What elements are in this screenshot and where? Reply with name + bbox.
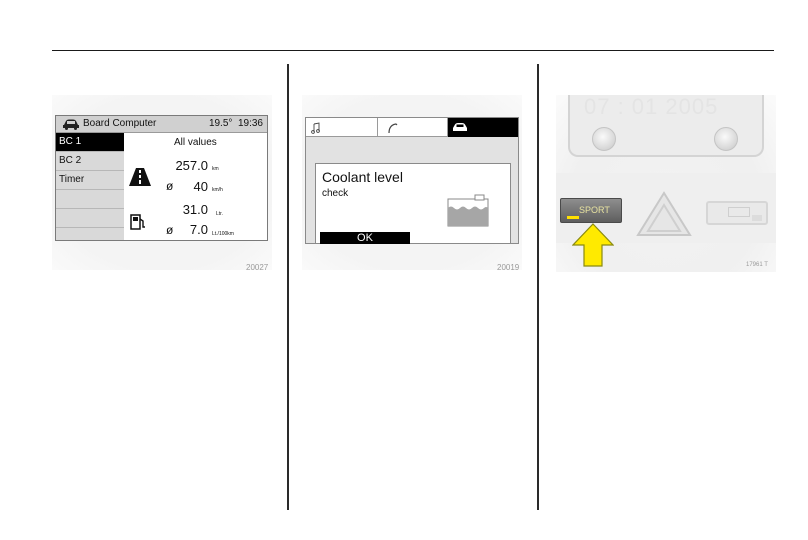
airbag-indicator — [706, 201, 768, 225]
clock-knob-right — [714, 127, 738, 151]
sport-button[interactable]: SPORT — [560, 198, 622, 223]
average-speed-unit: km/h — [212, 187, 223, 193]
message-title: Coolant level — [322, 169, 403, 185]
board-computer-header: Board Computer 19.5° 19:36 — [56, 116, 267, 133]
menu-item-empty — [56, 190, 124, 209]
temperature-readout: 19.5° — [208, 118, 233, 129]
temperature-clock: 19.5° 19:36 — [209, 118, 263, 129]
sport-indicator-led — [567, 216, 579, 219]
average-consumption-value: 7.0 — [189, 222, 208, 237]
arrow-up-icon — [572, 223, 614, 267]
display-tabs — [306, 118, 518, 137]
coolant-figure: Coolant level check OK — [302, 95, 522, 270]
car-icon — [453, 123, 467, 131]
fuel-used-unit: Ltr. — [216, 211, 223, 217]
odometer-unit: km — [212, 166, 219, 172]
music-note-icon — [311, 122, 320, 134]
road-icon — [129, 168, 151, 186]
message-subtitle: check — [322, 188, 349, 199]
coolant-message-box: Coolant level check OK — [315, 163, 511, 244]
all-values-title: All values — [174, 137, 217, 148]
tab-vehicle[interactable] — [448, 118, 518, 137]
clock-readout: 19:36 — [237, 118, 263, 129]
board-computer-menu: BC 1 BC 2 Timer — [56, 133, 124, 240]
board-computer-figure: Board Computer 19.5° 19:36 BC 1 BC 2 Tim… — [52, 95, 272, 270]
figure-caption: 20027 — [246, 263, 269, 272]
odometer-value: 257.0 — [175, 158, 208, 173]
average-consumption-unit: Lt./100km — [212, 231, 234, 237]
sport-button-figure: 07 : 01 2005 SPORT — [556, 95, 776, 272]
coolant-screen: Coolant level check OK — [305, 117, 519, 244]
column-divider-2 — [537, 64, 539, 510]
phone-icon — [388, 123, 398, 134]
average-symbol: ø — [166, 179, 174, 193]
sport-button-label: SPORT — [579, 205, 610, 215]
fuel-pump-icon — [130, 214, 145, 230]
figure-caption: 20019 — [497, 263, 520, 272]
average-symbol: ø — [166, 223, 174, 237]
fuel-used-value: 31.0 — [182, 202, 208, 217]
header-rule — [52, 50, 774, 51]
clock-knob-left — [592, 127, 616, 151]
hazard-triangle-icon[interactable] — [636, 191, 692, 237]
average-speed-value: 40 — [193, 179, 208, 194]
menu-item-timer[interactable]: Timer — [56, 171, 124, 190]
clock-display: 07 : 01 2005 — [584, 95, 719, 119]
tab-phone[interactable] — [378, 118, 448, 137]
tab-audio[interactable] — [306, 118, 378, 137]
figure-caption: 17961 T — [746, 262, 768, 268]
car-icon — [63, 119, 79, 130]
coolant-reservoir-icon — [447, 194, 489, 227]
ok-button[interactable]: OK — [320, 232, 410, 244]
menu-item-bc2[interactable]: BC 2 — [56, 152, 124, 171]
board-computer-screen: Board Computer 19.5° 19:36 BC 1 BC 2 Tim… — [55, 115, 268, 241]
menu-item-empty — [56, 209, 124, 228]
menu-item-bc1[interactable]: BC 1 — [56, 133, 124, 152]
board-computer-title: Board Computer — [83, 118, 157, 129]
column-divider-1 — [287, 64, 289, 510]
